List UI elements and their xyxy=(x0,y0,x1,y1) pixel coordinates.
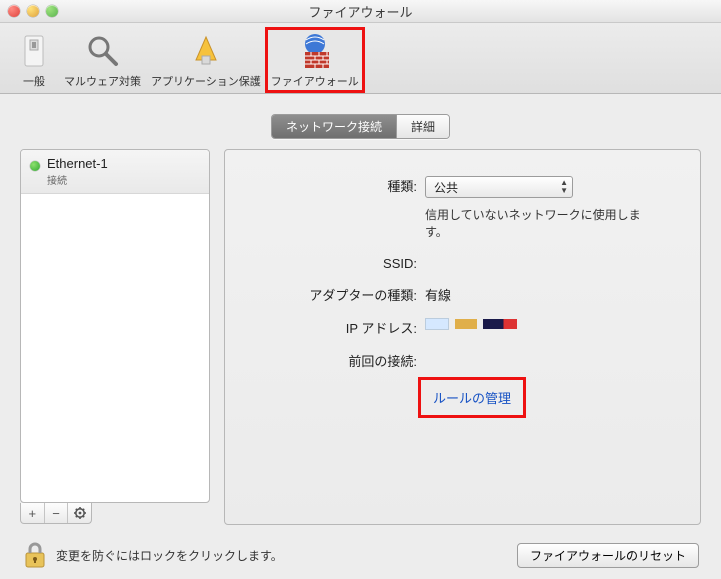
toolbar-item-firewall[interactable]: ファイアウォール xyxy=(267,29,363,91)
toolbar-label: アプリケーション保護 xyxy=(151,73,261,89)
updown-arrows-icon: ▲▼ xyxy=(560,179,568,195)
reset-firewall-button[interactable]: ファイアウォールのリセット xyxy=(517,543,699,568)
type-description: 信用していないネットワークに使用します。 xyxy=(425,206,645,240)
tab-control: ネットワーク接続 詳細 xyxy=(20,114,701,139)
type-label: 種類: xyxy=(247,176,425,195)
toolbar-label: マルウェア対策 xyxy=(64,73,141,89)
footer: 変更を防ぐにはロックをクリックします。 ファイアウォールのリセット xyxy=(0,541,721,569)
minus-icon: − xyxy=(52,506,60,521)
magnifier-icon xyxy=(83,31,123,71)
lock-icon[interactable] xyxy=(22,541,48,569)
ip-label: IP アドレス: xyxy=(247,318,425,337)
adapter-value: 有線 xyxy=(425,285,678,304)
app-icon xyxy=(186,31,226,71)
toolbar-label: ファイアウォール xyxy=(271,73,359,89)
connections-list[interactable]: Ethernet-1 接続 xyxy=(20,149,210,503)
pref-toolbar: 一般 マルウェア対策 アプリケーション保護 xyxy=(0,23,721,94)
tab-advanced[interactable]: 詳細 xyxy=(397,115,449,138)
lock-text: 変更を防ぐにはロックをクリックします。 xyxy=(56,547,283,564)
titlebar: ファイアウォール xyxy=(0,0,721,23)
toolbar-item-antimalware[interactable]: マルウェア対策 xyxy=(60,29,145,91)
list-settings-button[interactable] xyxy=(68,503,91,523)
last-connection-label: 前回の接続: xyxy=(247,351,425,370)
detail-panel: 種類: 公共 ▲▼ 信用していないネットワークに使用します。 SSID: アダプ… xyxy=(224,149,701,525)
ip-chip xyxy=(483,319,517,329)
toolbar-item-general[interactable]: 一般 xyxy=(10,29,58,91)
type-select-value: 公共 xyxy=(434,179,458,196)
manage-rules-link[interactable]: ルールの管理 xyxy=(433,391,511,406)
toolbar-label: 一般 xyxy=(23,73,45,89)
window-title: ファイアウォール xyxy=(0,2,721,21)
list-item[interactable]: Ethernet-1 接続 xyxy=(21,150,209,194)
add-connection-button[interactable]: + xyxy=(21,503,45,523)
connection-name: Ethernet-1 xyxy=(47,156,201,171)
type-select[interactable]: 公共 ▲▼ xyxy=(425,176,573,198)
adapter-label: アダプターの種類: xyxy=(247,285,425,304)
firewall-prefs-window: ファイアウォール 一般 マルウェア対策 アプリケーション保護 xyxy=(0,0,721,579)
content: ネットワーク接続 詳細 Ethernet-1 接続 + − xyxy=(0,94,721,525)
ip-chip xyxy=(425,318,449,330)
status-dot-icon xyxy=(30,161,40,171)
connections-panel: Ethernet-1 接続 + − xyxy=(20,149,210,525)
firewall-icon xyxy=(295,31,335,71)
switch-icon xyxy=(14,31,54,71)
plus-icon: + xyxy=(29,506,37,521)
ip-chip xyxy=(455,319,477,329)
remove-connection-button[interactable]: − xyxy=(45,503,69,523)
toolbar-item-app-protect[interactable]: アプリケーション保護 xyxy=(147,29,265,91)
connection-status: 接続 xyxy=(47,172,201,187)
tab-network-connections[interactable]: ネットワーク接続 xyxy=(272,115,397,138)
gear-icon xyxy=(74,507,86,519)
list-controls: + − xyxy=(20,503,92,524)
ip-address-value xyxy=(425,318,517,330)
ssid-label: SSID: xyxy=(247,256,425,271)
